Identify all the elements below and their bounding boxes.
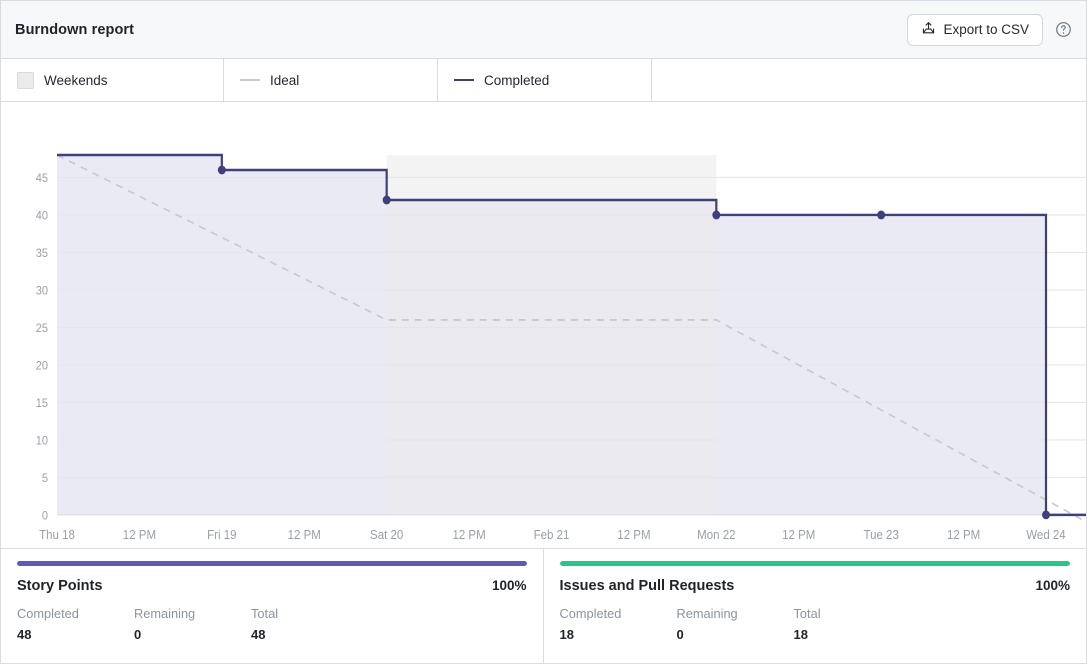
panel-header: Burndown report Export to CSV — [1, 1, 1086, 59]
summary-cards: Story Points 100% Completed 48 Remaining… — [1, 549, 1086, 663]
stat-remaining: Remaining 0 — [677, 606, 794, 642]
stat-label-remaining: Remaining — [676, 606, 738, 621]
export-to-csv-label: Export to CSV — [943, 22, 1029, 37]
legend-label-completed: Completed — [484, 72, 550, 88]
stat-remaining: Remaining 0 — [134, 606, 251, 642]
svg-text:0: 0 — [42, 510, 48, 523]
burndown-report-panel: Burndown report Export to CSV Weekends I… — [0, 0, 1087, 664]
burndown-chart-svg: 0 5 10 15 20 25 30 35 40 45 Thu 18 12 PM Fri 19 12 PM… — [36, 153, 1086, 543]
svg-text:12 PM: 12 PM — [947, 528, 980, 543]
svg-text:Sat 20: Sat 20 — [370, 528, 403, 543]
summary-card-story-points: Story Points 100% Completed 48 Remaining… — [1, 549, 544, 663]
legend-label-ideal: Ideal — [270, 72, 300, 88]
issues-title-row: Issues and Pull Requests 100% — [560, 578, 1071, 594]
svg-text:35: 35 — [36, 247, 48, 260]
page-title: Burndown report — [15, 21, 135, 38]
legend-spacer — [652, 59, 1086, 101]
stat-completed: Completed 48 — [17, 606, 134, 642]
stat-completed: Completed 18 — [560, 606, 677, 642]
story-points-progress-track — [17, 561, 527, 566]
stat-label-remaining: Remaining — [134, 606, 196, 621]
svg-text:Feb 21: Feb 21 — [534, 528, 570, 543]
stat-value-remaining: 0 — [134, 627, 142, 642]
completed-line-swatch-icon — [454, 79, 474, 81]
stat-label-completed: Completed — [17, 606, 79, 621]
svg-text:15: 15 — [36, 397, 48, 410]
legend-item-ideal[interactable]: Ideal — [224, 59, 438, 101]
stat-label-completed: Completed — [559, 606, 622, 621]
story-points-title-row: Story Points 100% — [17, 578, 527, 594]
svg-text:12 PM: 12 PM — [123, 528, 156, 543]
svg-text:Fri 19: Fri 19 — [207, 528, 237, 543]
svg-text:Wed 24: Wed 24 — [1026, 528, 1066, 543]
export-to-csv-button[interactable]: Export to CSV — [907, 13, 1043, 46]
svg-text:Tue 23: Tue 23 — [863, 528, 899, 543]
svg-text:12 PM: 12 PM — [288, 528, 321, 543]
stat-value-total: 48 — [251, 627, 266, 642]
issues-stats: Completed 18 Remaining 0 Total 18 — [560, 606, 1071, 642]
svg-text:12 PM: 12 PM — [617, 528, 650, 543]
stat-value-total: 18 — [793, 627, 808, 642]
issues-progress-fill — [559, 561, 1070, 566]
svg-text:Mon 22: Mon 22 — [697, 528, 736, 543]
weekends-swatch-icon — [17, 71, 34, 89]
header-actions: Export to CSV — [907, 13, 1072, 46]
story-points-percent: 100% — [491, 578, 527, 593]
svg-text:25: 25 — [36, 322, 48, 335]
svg-text:10: 10 — [36, 435, 48, 448]
svg-text:12 PM: 12 PM — [452, 528, 485, 543]
stat-total: Total 18 — [794, 606, 911, 642]
ideal-line-swatch-icon — [240, 79, 260, 81]
story-points-stats: Completed 48 Remaining 0 Total 48 — [17, 606, 527, 642]
stat-value-completed: 18 — [559, 627, 574, 642]
upload-icon — [921, 21, 936, 39]
legend-label-weekends: Weekends — [44, 72, 108, 88]
svg-text:5: 5 — [42, 472, 48, 485]
story-points-progress-fill — [17, 561, 527, 566]
svg-text:Thu 18: Thu 18 — [39, 528, 75, 543]
issues-percent: 100% — [1035, 578, 1070, 593]
svg-text:45: 45 — [36, 172, 48, 185]
svg-text:12 PM: 12 PM — [782, 528, 815, 543]
legend-item-completed[interactable]: Completed — [438, 59, 652, 101]
issues-title: Issues and Pull Requests — [559, 578, 735, 594]
question-circle-icon[interactable] — [1055, 21, 1072, 38]
issues-progress-track — [559, 561, 1070, 566]
stat-label-total: Total — [793, 606, 821, 621]
stat-value-remaining: 0 — [676, 627, 684, 642]
legend-item-weekends[interactable]: Weekends — [1, 59, 224, 101]
story-points-title: Story Points — [17, 578, 103, 594]
svg-text:30: 30 — [36, 285, 48, 298]
burndown-chart[interactable]: 0 5 10 15 20 25 30 35 40 45 Thu 18 12 PM Fri 19 12 PM… — [1, 102, 1086, 549]
stat-total: Total 48 — [251, 606, 368, 642]
stat-label-total: Total — [251, 606, 279, 621]
svg-text:20: 20 — [36, 360, 48, 373]
stat-value-completed: 48 — [17, 627, 32, 642]
svg-text:40: 40 — [36, 210, 48, 223]
chart-legend: Weekends Ideal Completed — [1, 59, 1086, 102]
summary-card-issues-and-pull-requests: Issues and Pull Requests 100% Completed … — [543, 549, 1086, 663]
